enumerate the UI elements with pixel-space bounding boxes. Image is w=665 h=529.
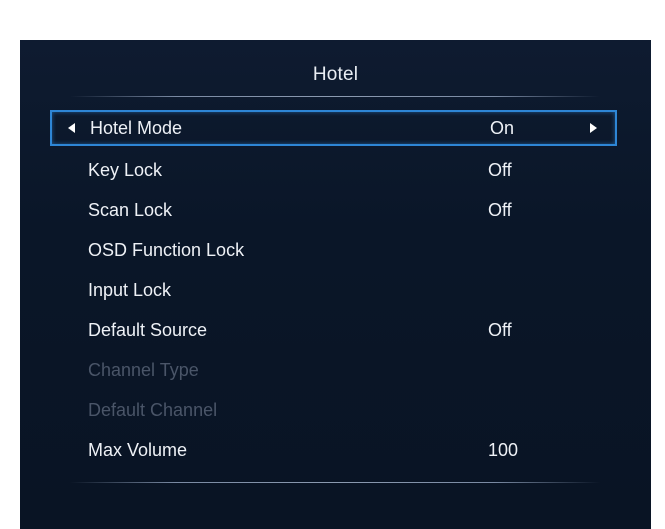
hotel-menu-panel: Hotel Hotel Mode On Key Lock Off Scan Lo… bbox=[20, 40, 651, 529]
menu-item-label: Default Channel bbox=[88, 400, 218, 420]
menu-item-default-source[interactable]: Default Source Off bbox=[50, 310, 617, 350]
menu-item-label: Max Volume bbox=[88, 440, 188, 460]
menu-item-channel-type: Channel Type bbox=[50, 350, 617, 390]
menu-item-value: Off bbox=[488, 160, 512, 180]
menu-item-value: On bbox=[490, 118, 515, 138]
menu-item-max-volume[interactable]: Max Volume 100 bbox=[50, 430, 617, 470]
menu-item-label: Input Lock bbox=[88, 280, 172, 300]
menu-item-value: 100 bbox=[488, 440, 519, 460]
menu-item-label: Scan Lock bbox=[88, 200, 173, 220]
menu-item-input-lock[interactable]: Input Lock bbox=[50, 270, 617, 310]
menu-item-label: Key Lock bbox=[88, 160, 163, 180]
triangle-left-icon[interactable] bbox=[68, 123, 75, 133]
menu-item-osd-function-lock[interactable]: OSD Function Lock bbox=[50, 230, 617, 270]
menu-item-value: Off bbox=[488, 200, 512, 220]
menu-item-label: Hotel Mode bbox=[90, 118, 183, 138]
menu-item-label: Channel Type bbox=[88, 360, 199, 380]
menu-title: Hotel bbox=[312, 64, 359, 85]
menu-item-hotel-mode[interactable]: Hotel Mode On bbox=[50, 110, 617, 146]
menu-item-label: Default Source bbox=[88, 320, 208, 340]
menu-item-scan-lock[interactable]: Scan Lock Off bbox=[50, 190, 617, 230]
menu-item-label: OSD Function Lock bbox=[88, 240, 245, 260]
hotel-menu-list: Hotel Mode On Key Lock Off Scan Lock Off… bbox=[50, 108, 617, 470]
menu-item-default-channel: Default Channel bbox=[50, 390, 617, 430]
menu-item-value: Off bbox=[488, 320, 512, 340]
menu-item-key-lock[interactable]: Key Lock Off bbox=[50, 150, 617, 190]
top-divider bbox=[70, 96, 600, 97]
bottom-divider bbox=[70, 482, 600, 483]
triangle-right-icon[interactable] bbox=[590, 123, 597, 133]
